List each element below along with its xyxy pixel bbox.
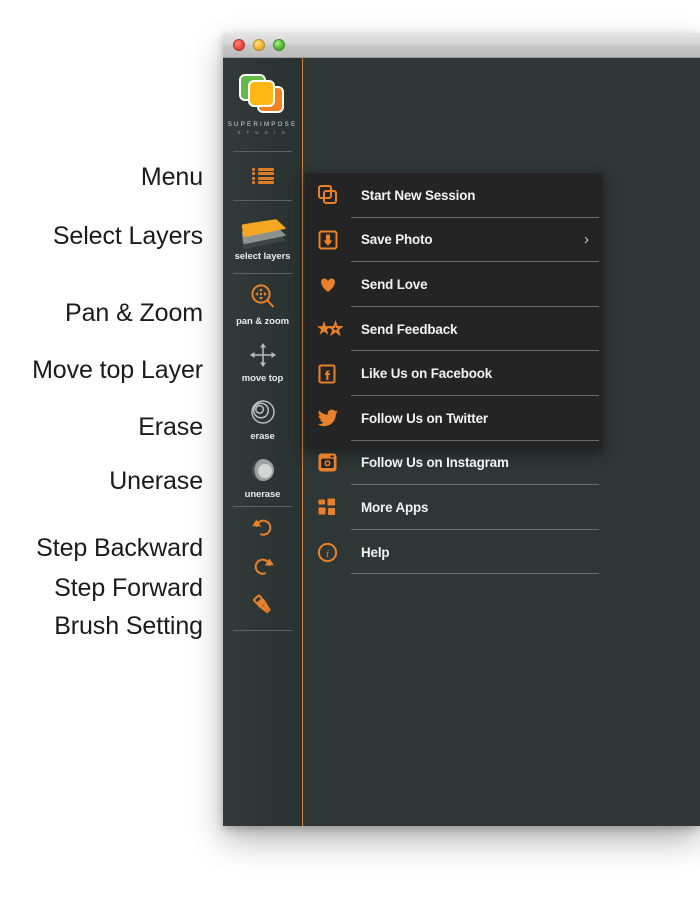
info-circle-icon: i	[317, 540, 347, 564]
annotation-select-layers: Select Layers	[52, 222, 203, 250]
app-window: SUPERIMPOSE S T U D I O select layers pa…	[223, 33, 700, 826]
hamburger-menu-icon	[251, 168, 274, 184]
annotation-erase: Erase	[138, 413, 203, 441]
menu-item-label: More Apps	[361, 499, 429, 515]
instagram-camera-icon	[317, 451, 347, 475]
sidebar-item-label: unerase	[244, 488, 281, 500]
menu-item-label: Follow Us on Twitter	[361, 410, 488, 426]
menu-item-label: Start New Session	[361, 187, 476, 203]
logo-subtitle: S T U D I O	[237, 130, 288, 135]
sidebar-item-pan-zoom[interactable]: pan & zoom	[223, 274, 302, 334]
sidebar-item-step-forward[interactable]	[223, 546, 302, 585]
menu-item-label: Help	[361, 544, 390, 560]
menu-item-follow-us-on-instagram[interactable]: Follow Us on Instagram	[305, 441, 603, 486]
traffic-lights	[233, 39, 285, 51]
layers-icon	[241, 213, 286, 249]
svg-text:i: i	[326, 548, 329, 560]
screenshot-root: Menu Select Layers Pan & Zoom Move top L…	[0, 0, 700, 904]
menu-item-save-photo[interactable]: Save Photo ›	[305, 218, 603, 263]
close-icon[interactable]	[233, 39, 245, 51]
window-body: SUPERIMPOSE S T U D I O select layers pa…	[223, 58, 700, 826]
annotation-step-forward: Step Forward	[54, 574, 203, 602]
heart-icon	[317, 272, 347, 296]
annotation-step-backward: Step Backward	[36, 534, 203, 562]
menu-item-follow-us-on-twitter[interactable]: Follow Us on Twitter	[305, 396, 603, 441]
minimize-icon[interactable]	[253, 39, 265, 51]
menu-item-send-feedback[interactable]: Send Feedback	[305, 307, 603, 352]
menu-item-label: Follow Us on Instagram	[361, 455, 509, 471]
facebook-icon	[317, 362, 347, 386]
main-menu-panel: Start New Session Save Photo › Send Love…	[305, 173, 603, 574]
app-logo: SUPERIMPOSE S T U D I O	[223, 58, 302, 151]
menu-item-send-love[interactable]: Send Love	[305, 262, 603, 307]
eraser-rings-icon	[250, 399, 275, 424]
grid-apps-icon	[317, 495, 347, 519]
sidebar-item-brush-setting[interactable]	[223, 585, 302, 624]
sidebar-item-label: pan & zoom	[236, 315, 289, 327]
zoom-icon[interactable]	[273, 39, 285, 51]
logo-wordmark: SUPERIMPOSE	[227, 121, 298, 128]
menu-item-label: Like Us on Facebook	[361, 366, 493, 382]
annotation-pan-zoom: Pan & Zoom	[65, 299, 203, 327]
annotation-unerase: Unerase	[109, 467, 203, 495]
overlapping-squares-icon	[317, 183, 347, 207]
stars-rating-icon	[317, 317, 347, 341]
magnifier-move-icon	[250, 283, 274, 307]
twitter-bird-icon	[317, 406, 347, 430]
sidebar-item-erase[interactable]: erase	[223, 390, 302, 448]
sidebar-item-label: move top	[241, 372, 284, 384]
annotation-move-top-layer: Move top Layer	[32, 356, 203, 384]
redo-arrow-icon	[254, 558, 274, 575]
menu-item-more-apps[interactable]: More Apps	[305, 485, 603, 530]
undo-arrow-icon	[251, 519, 271, 536]
menu-item-like-us-on-facebook[interactable]: Like Us on Facebook	[305, 351, 603, 396]
menu-item-label: Send Love	[361, 276, 428, 292]
sidebar-item-unerase[interactable]: unerase	[223, 448, 302, 506]
unerase-sphere-icon	[251, 458, 274, 481]
sidebar-item-label: select layers	[234, 250, 291, 262]
tool-sidebar: SUPERIMPOSE S T U D I O select layers pa…	[223, 58, 303, 826]
menu-item-help[interactable]: i Help	[305, 530, 603, 575]
sidebar-item-menu[interactable]	[223, 152, 302, 200]
divider	[233, 630, 292, 631]
chevron-right-icon: ›	[584, 231, 589, 249]
menu-item-label: Send Feedback	[361, 321, 458, 337]
sidebar-item-label: erase	[250, 430, 275, 442]
menu-item-start-new-session[interactable]: Start New Session	[305, 173, 603, 218]
sidebar-item-move-top[interactable]: move top	[223, 334, 302, 390]
sidebar-item-select-layers[interactable]: select layers	[223, 201, 302, 273]
menu-item-label: Save Photo	[361, 232, 433, 248]
annotation-menu: Menu	[140, 163, 203, 191]
four-way-arrow-icon	[249, 342, 276, 367]
paintbrush-icon	[252, 594, 271, 613]
window-titlebar	[223, 33, 700, 58]
annotation-brush-setting: Brush Setting	[54, 612, 203, 640]
stacked-squares-logo-icon	[239, 74, 286, 115]
sidebar-item-step-backward[interactable]	[223, 507, 302, 546]
logo-square-yellow	[248, 80, 275, 107]
save-download-icon	[317, 228, 347, 252]
